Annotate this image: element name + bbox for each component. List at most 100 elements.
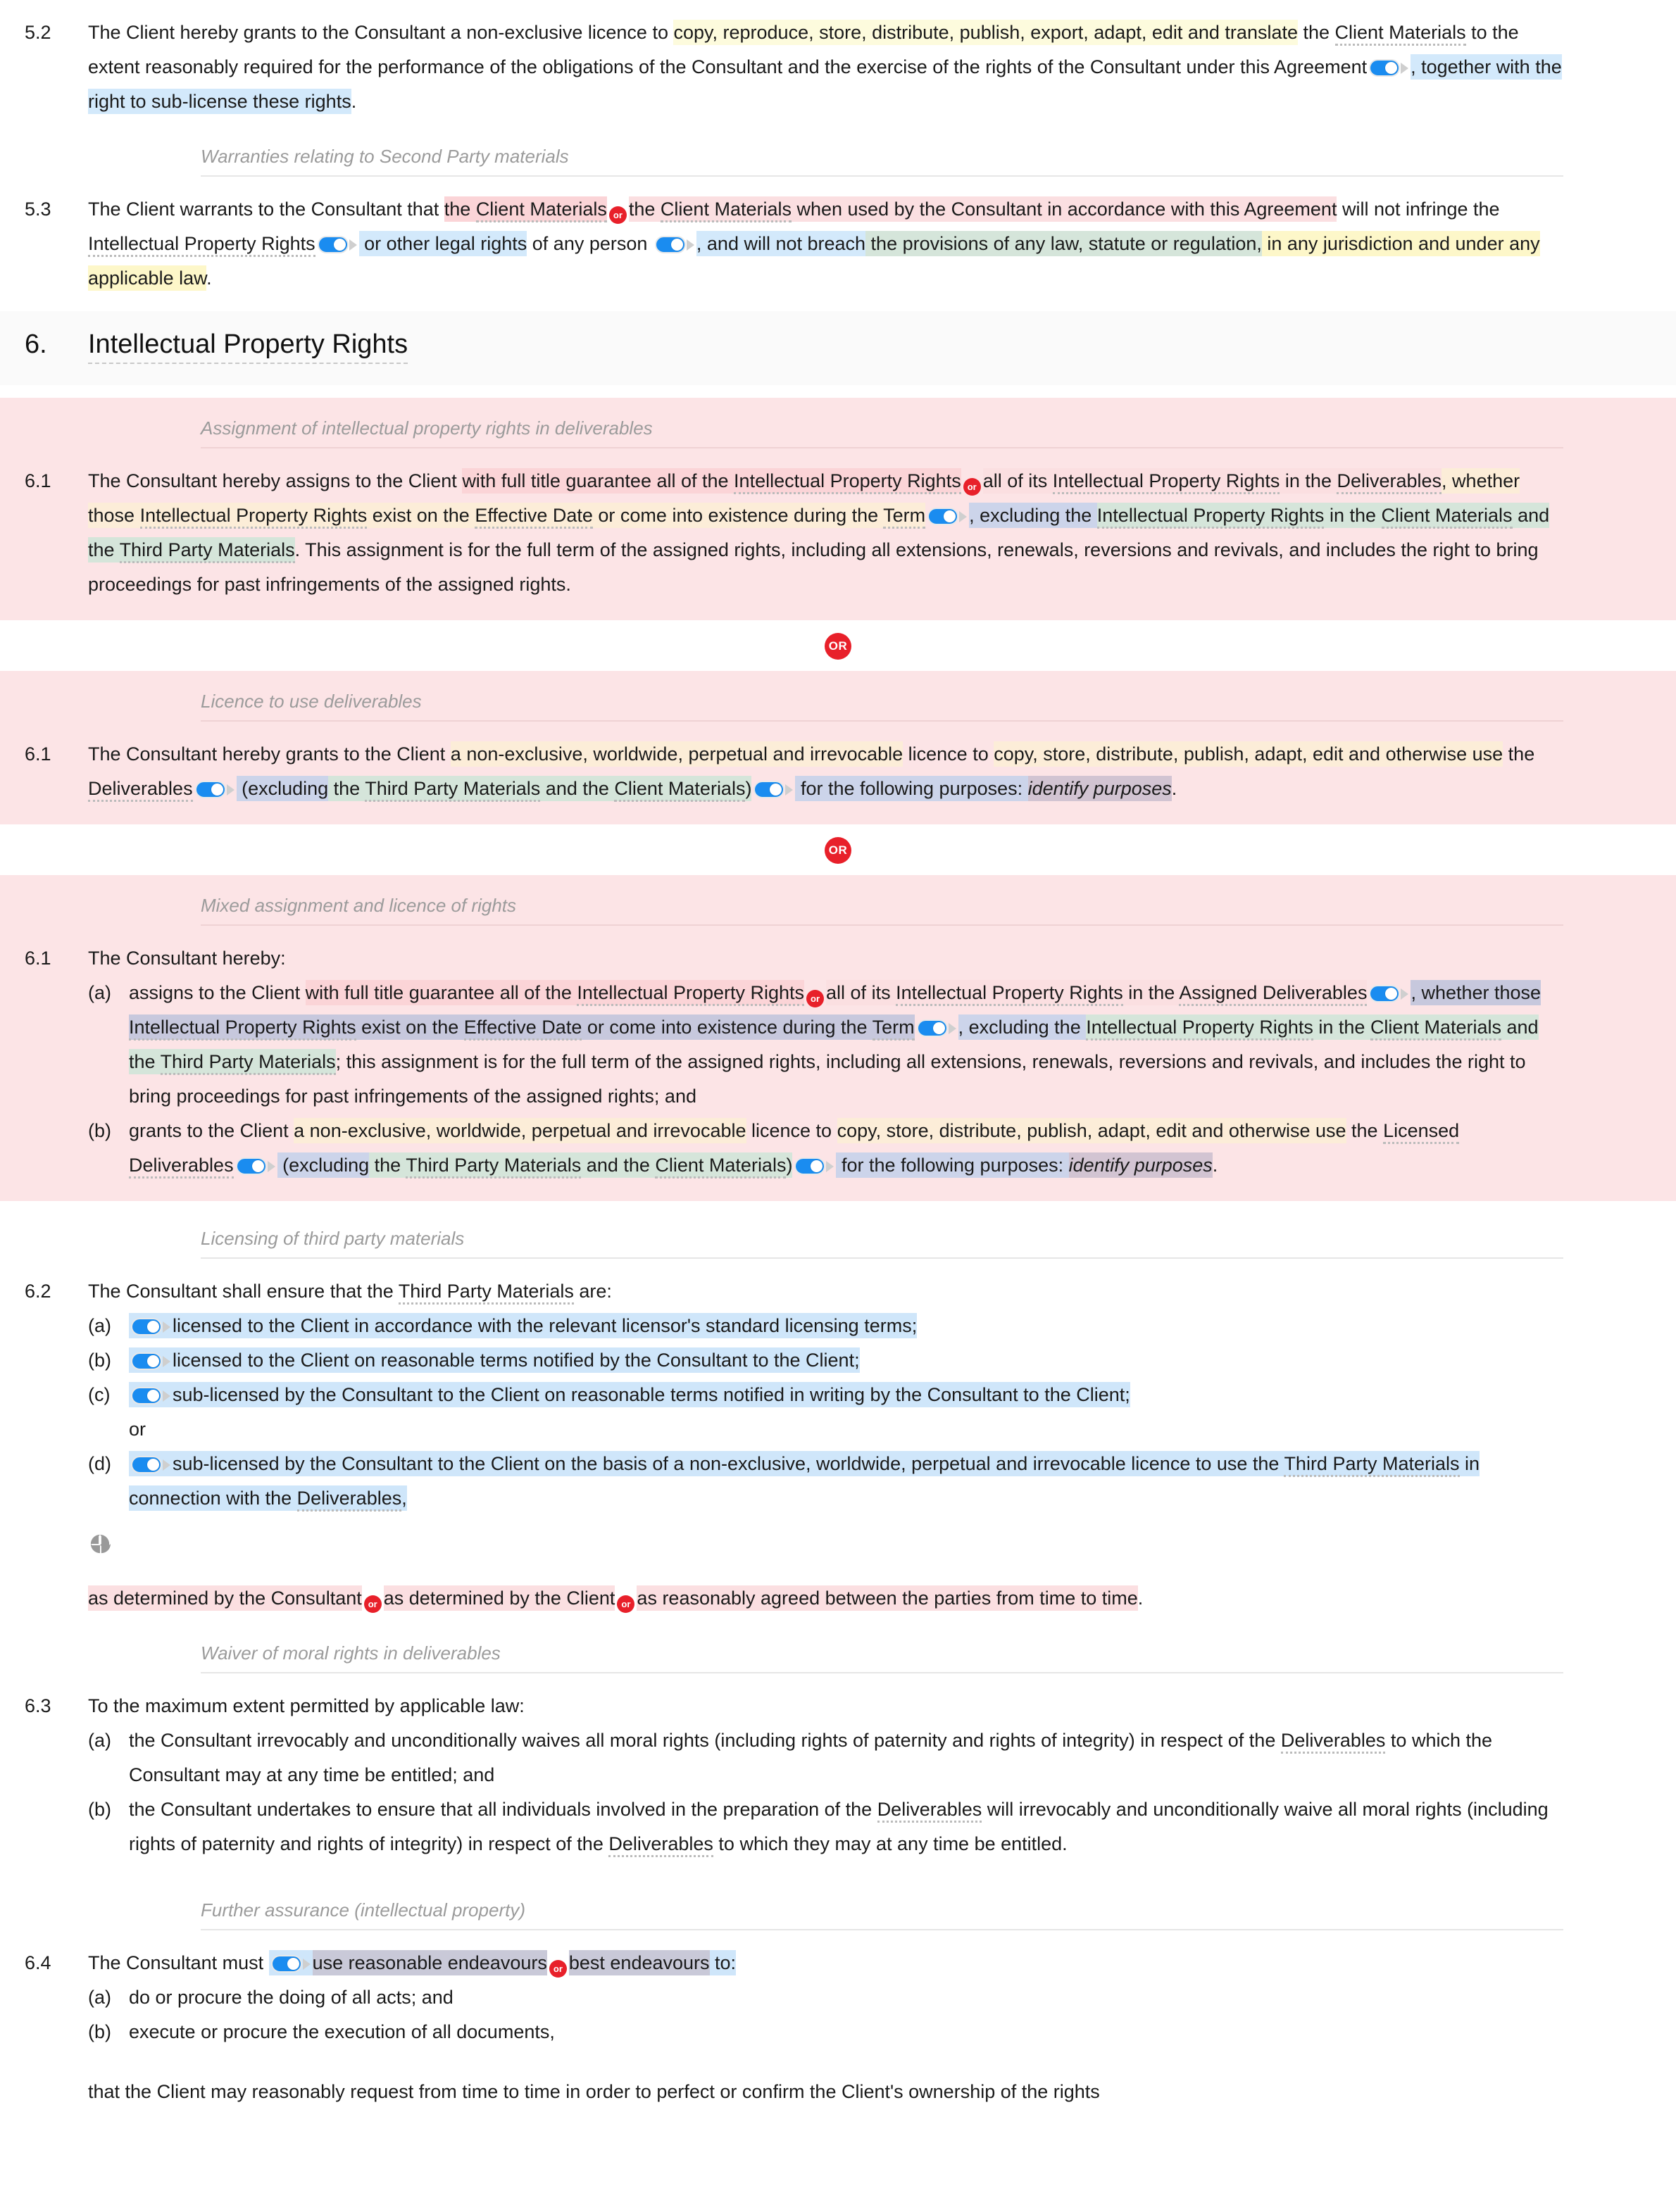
defined-term: Intellectual Property Rights <box>88 233 315 257</box>
toggle-switch[interactable] <box>317 236 357 253</box>
list-item-label: (a) <box>88 982 111 1003</box>
or-divider-2: OR <box>0 824 1676 875</box>
highlight-blue[interactable]: to: <box>709 1950 737 1975</box>
highlight-mauve[interactable]: identify purposes <box>1068 1152 1213 1178</box>
text-run: grants to the Client <box>129 1120 294 1141</box>
list-item: (a) the Consultant irrevocably and uncon… <box>88 1723 1563 1792</box>
list-item-text: licensed to the Client on reasonable ter… <box>129 1343 1563 1378</box>
toggle-switch[interactable] <box>131 1352 170 1370</box>
highlight-blue[interactable]: licensed to the Client on reasonable ter… <box>129 1347 860 1373</box>
toggle-switch[interactable] <box>794 1157 834 1175</box>
section-number: 6. <box>25 329 47 359</box>
highlight-pink-light[interactable]: as determined by the Consultant <box>88 1585 362 1611</box>
toggle-switch[interactable] <box>927 508 968 525</box>
gap <box>0 119 1676 144</box>
defined-term: Client Materials <box>1334 22 1466 46</box>
text-run: the <box>1298 22 1335 43</box>
highlight-green[interactable]: the Third Party Materials and the Client… <box>369 1152 793 1179</box>
toggle-switch[interactable] <box>654 236 694 253</box>
gap <box>88 2049 1563 2075</box>
toggle-switch[interactable] <box>131 1387 170 1405</box>
subheading-block: Mixed assignment and licence of rights <box>0 893 1676 926</box>
highlight-pink-light[interactable]: as reasonably agreed between the parties… <box>637 1585 1138 1611</box>
divider-rule <box>201 720 1563 722</box>
defined-term: Deliverables <box>608 1833 713 1857</box>
clause-5-2: 5.2 The Client hereby grants to the Cons… <box>0 15 1676 119</box>
text-run: ) <box>745 778 752 799</box>
highlight-periwinkle[interactable]: , excluding the <box>958 1014 1087 1040</box>
highlight-gray-blue[interactable]: best endeavours <box>568 1950 710 1975</box>
text-run: ; this assignment is for the full term o… <box>129 1051 1526 1107</box>
toggle-switch[interactable] <box>1369 59 1409 77</box>
list-item-label: (a) <box>88 1730 111 1751</box>
highlight-periwinkle[interactable]: (excluding <box>277 1152 370 1178</box>
highlight-pink-light[interactable]: all of its Intellectual Property Rights … <box>826 980 1368 1006</box>
highlight-green[interactable]: the provisions of any law, statute or re… <box>865 231 1262 256</box>
divider-rule <box>201 1672 1563 1673</box>
move-handle-row[interactable] <box>88 1531 1563 1566</box>
defined-term: Client Materials <box>655 1155 787 1179</box>
highlight-blue[interactable]: sub-licensed by the Consultant to the Cl… <box>129 1382 1130 1407</box>
text-run: licensed to the Client in accordance wit… <box>173 1315 918 1336</box>
highlight-gray-blue[interactable]: use reasonable endeavours <box>312 1950 547 1975</box>
highlight-blue[interactable]: , and will not breach <box>696 231 866 256</box>
or-badge-icon[interactable]: or <box>608 206 627 224</box>
highlight-green[interactable]: the Third Party Materials and the Client… <box>328 776 752 802</box>
highlight-pink-light[interactable]: as determined by the Client <box>383 1585 615 1611</box>
highlight-periwinkle[interactable]: for the following purposes: <box>795 776 1028 801</box>
toggle-switch[interactable] <box>753 781 794 798</box>
lettered-list: (a) the Consultant irrevocably and uncon… <box>88 1723 1563 1861</box>
highlight-blue[interactable]: or other legal rights <box>358 231 527 256</box>
text-run: all of its <box>982 470 1053 491</box>
highlight-orange[interactable]: copy, store, distribute, publish, adapt,… <box>994 741 1503 767</box>
highlight-yellow[interactable]: copy, reproduce, store, distribute, publ… <box>673 20 1298 45</box>
clause-number: 6.1 <box>25 470 51 491</box>
toggle-switch[interactable] <box>194 781 234 798</box>
highlight-mauve[interactable]: identify purposes <box>1027 776 1172 801</box>
text-run: exist on the <box>356 1017 464 1038</box>
defined-term: Third Party Materials <box>1284 1453 1460 1477</box>
or-badge-icon[interactable]: or <box>363 1595 382 1613</box>
highlight-pink[interactable]: with full title guarantee all of the Int… <box>462 468 961 494</box>
list-item-text: execute or procure the execution of all … <box>129 2021 555 2042</box>
highlight-blue[interactable]: sub-licensed by the Consultant to the Cl… <box>129 1451 1480 1512</box>
toggle-switch[interactable] <box>235 1157 275 1175</box>
or-badge-icon[interactable]: or <box>617 1595 635 1613</box>
text-run: , whether those <box>1411 982 1541 1003</box>
clause-6-1-assignment: 6.1 The Consultant hereby assigns to the… <box>0 464 1676 602</box>
subheading-block-6-2: Licensing of third party materials <box>0 1226 1676 1259</box>
highlight-periwinkle[interactable]: , excluding the <box>969 503 1097 528</box>
toggle-switch[interactable] <box>1369 985 1409 1003</box>
or-badge-icon[interactable]: or <box>963 478 981 496</box>
defined-term: Client Materials <box>660 199 792 222</box>
highlight-orange[interactable]: copy, store, distribute, publish, adapt,… <box>837 1118 1346 1143</box>
highlight-blue[interactable]: licensed to the Client in accordance wit… <box>129 1313 918 1338</box>
text-run: The Consultant hereby grants to the Clie… <box>88 743 451 765</box>
text-run: the <box>328 778 365 799</box>
defined-term: Third Party Materials <box>365 778 541 802</box>
toggle-switch[interactable] <box>270 1955 311 1973</box>
or-badge-icon[interactable]: OR <box>825 633 851 660</box>
highlight-pink-light[interactable]: the Client Materials when used by the Co… <box>628 196 1337 222</box>
highlight-periwinkle[interactable]: (excluding <box>236 776 329 801</box>
toggle-switch[interactable] <box>131 1456 170 1473</box>
list-item: (a) assigns to the Client with full titl… <box>88 976 1563 1114</box>
or-badge-icon[interactable]: or <box>806 990 825 1007</box>
highlight-orange[interactable]: a non-exclusive, worldwide, perpetual an… <box>294 1118 746 1143</box>
toggle-switch[interactable] <box>131 1318 170 1336</box>
highlight-pink[interactable]: the Client Materials <box>444 196 607 222</box>
move-crosshair-icon[interactable] <box>89 1533 111 1554</box>
highlight-pink-light[interactable]: all of its Intellectual Property Rights … <box>982 468 1442 494</box>
highlight-orange[interactable]: a non-exclusive, worldwide, perpetual an… <box>450 741 903 767</box>
highlight-periwinkle[interactable]: for the following purposes: <box>836 1152 1069 1178</box>
highlight-pink[interactable]: with full title guarantee all of the Int… <box>305 980 805 1006</box>
or-badge-icon[interactable]: or <box>549 1960 567 1978</box>
or-badge-icon[interactable]: OR <box>825 837 851 864</box>
toggle-switch[interactable] <box>916 1019 956 1037</box>
defined-term: Deliverables <box>1337 470 1442 494</box>
text-run: the Consultant undertakes to ensure that… <box>129 1799 877 1820</box>
text-run: . <box>1137 1588 1144 1609</box>
highlight-blue[interactable] <box>268 1950 313 1975</box>
text-run: . <box>206 268 212 289</box>
gap <box>0 1616 1676 1641</box>
